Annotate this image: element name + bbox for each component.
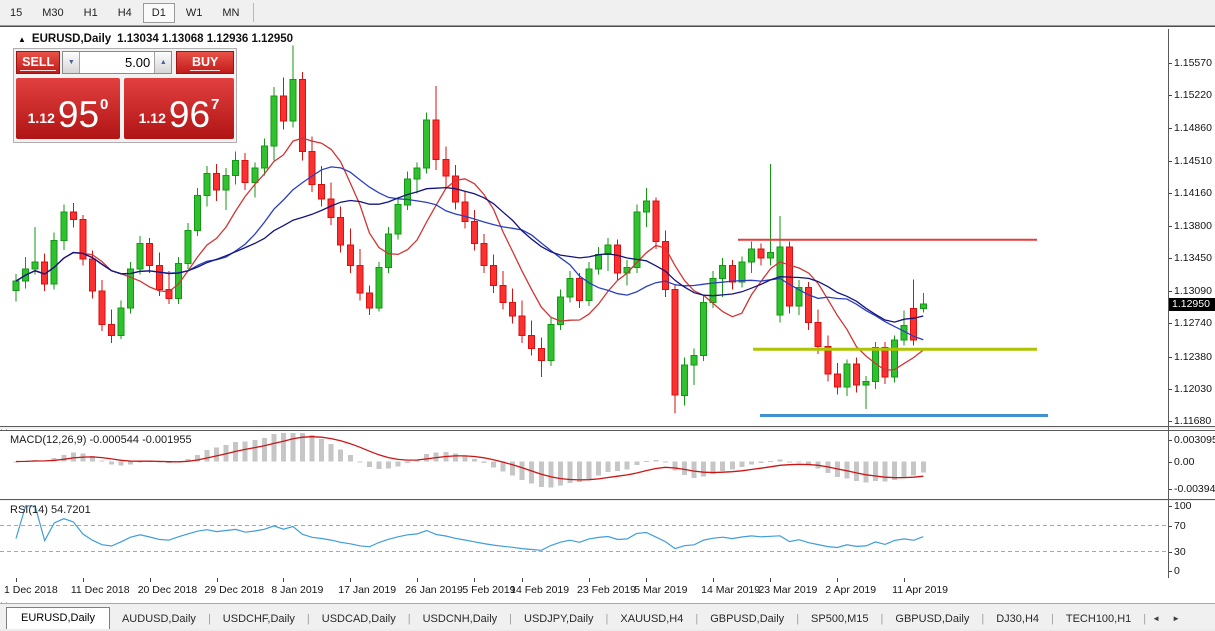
timeframe-button-mn[interactable]: MN: [213, 3, 248, 23]
tabs-scroll-right-button[interactable]: ►: [1166, 609, 1186, 630]
axis-label: 1.13090: [1174, 285, 1212, 297]
chart-tab-dj30-h4[interactable]: DJ30,H4: [984, 609, 1051, 630]
tabs-scroll-left-button[interactable]: ◄: [1146, 609, 1166, 630]
date-label: 23 Mar 2019: [758, 584, 817, 596]
volume-increase-button[interactable]: ▲: [154, 52, 171, 73]
axis-label: 1.15220: [1174, 89, 1212, 101]
chart-window: ▲ EURUSD,Daily 1.13034 1.13068 1.12936 1…: [0, 26, 1215, 631]
chart-tab-gbpusd-daily[interactable]: GBPUSD,Daily: [698, 609, 796, 630]
axis-label: 100: [1174, 500, 1192, 512]
chart-tab-usdjpy-daily[interactable]: USDJPY,Daily: [512, 609, 606, 630]
date-tick: [713, 578, 714, 582]
timeframe-toolbar: 15M30H1H4D1W1MN: [0, 0, 1215, 26]
date-label: 26 Jan 2019: [405, 584, 463, 596]
buy-price-display[interactable]: 1.12 96 7: [124, 78, 234, 139]
date-tick: [646, 578, 647, 582]
date-tick: [283, 578, 284, 582]
axis-label: 0.00: [1174, 456, 1194, 468]
chart-tab-gbpusd-daily[interactable]: GBPUSD,Daily: [883, 609, 981, 630]
price-chart-panel[interactable]: ▲ EURUSD,Daily 1.13034 1.13068 1.12936 1…: [0, 29, 1215, 427]
panel-splitter[interactable]: [0, 427, 1215, 429]
chart-title-symbol: EURUSD,Daily: [32, 33, 111, 45]
chart-tab-usdcnh-daily[interactable]: USDCNH,Daily: [411, 609, 510, 630]
date-axis: 1 Dec 2018 11 Dec 2018 20 Dec 2018 29 Dec 2…: [0, 578, 1215, 602]
date-tick: [83, 578, 84, 582]
chart-title-ohlc: 1.13034 1.13068 1.12936 1.12950: [117, 33, 293, 45]
date-label: 2 Apr 2019: [825, 584, 876, 596]
axis-label: -0.003947: [1174, 483, 1215, 495]
date-label: 8 Jan 2019: [271, 584, 323, 596]
axis-label: 1.13800: [1174, 220, 1212, 232]
volume-input[interactable]: 5.00: [80, 52, 154, 73]
rsi-chart[interactable]: [0, 501, 1168, 577]
chart-tab-usdchf-daily[interactable]: USDCHF,Daily: [211, 609, 307, 630]
chevron-up-icon: ▲: [160, 59, 167, 66]
date-label: 5 Feb 2019: [462, 584, 515, 596]
date-tick: [904, 578, 905, 582]
chart-title: ▲ EURUSD,Daily 1.13034 1.13068 1.12936 1…: [18, 33, 293, 45]
chart-tab-tech100-h1[interactable]: TECH100,H1: [1054, 609, 1143, 630]
current-price-label: 1.12950: [1169, 298, 1215, 311]
date-label: 29 Dec 2018: [205, 584, 265, 596]
chart-tab-sp500-m15[interactable]: SP500,M15: [799, 609, 880, 630]
macd-panel[interactable]: MACD(12,26,9) -0.000544 -0.001955 0.0030…: [0, 430, 1215, 500]
axis-label: 30: [1174, 546, 1186, 558]
date-label: 11 Dec 2018: [71, 584, 130, 596]
chart-collapse-triangle-icon[interactable]: ▲: [18, 35, 26, 44]
chart-tab-audusd-daily[interactable]: AUDUSD,Daily: [110, 609, 208, 630]
rsi-label: RSI(14) 54.7201: [10, 504, 91, 516]
chart-tab-bar: EURUSD,DailyAUDUSD,Daily|USDCHF,Daily|US…: [0, 603, 1215, 630]
axis-label: 1.12380: [1174, 351, 1212, 363]
one-click-trading-panel: SELL ▼ 5.00 ▲ BUY: [13, 48, 237, 143]
chart-tab-xauusd-h4[interactable]: XAUUSD,H4: [608, 609, 695, 630]
axis-label: 1.13450: [1174, 252, 1212, 264]
volume-stepper: ▼ 5.00 ▲: [62, 51, 172, 74]
date-label: 14 Feb 2019: [510, 584, 569, 596]
date-tick: [474, 578, 475, 582]
axis-label: 1.15570: [1174, 57, 1212, 69]
buy-button[interactable]: BUY: [176, 51, 234, 74]
date-label: 5 Mar 2019: [634, 584, 687, 596]
axis-label: 0.003095: [1174, 434, 1215, 446]
date-tick: [522, 578, 523, 582]
date-label: 14 Mar 2019: [701, 584, 760, 596]
axis-label: 1.14160: [1174, 187, 1212, 199]
axis-label: 1.14860: [1174, 122, 1212, 134]
toolbar-separator: [253, 3, 254, 22]
date-tick: [417, 578, 418, 582]
mt4-window: 15M30H1H4D1W1MN ▲ EURUSD,Daily 1.13034 1…: [0, 0, 1215, 631]
axis-label: 1.11680: [1174, 415, 1211, 427]
date-label: 1 Dec 2018: [4, 584, 58, 596]
date-label: 11 Apr 2019: [892, 584, 948, 596]
date-tick: [770, 578, 771, 582]
date-label: 23 Feb 2019: [577, 584, 636, 596]
date-tick: [589, 578, 590, 582]
date-tick: [16, 578, 17, 582]
sell-price-display[interactable]: 1.12 95 0: [16, 78, 120, 139]
timeframe-button-m30[interactable]: M30: [33, 3, 72, 23]
sell-button[interactable]: SELL: [16, 51, 60, 74]
chevron-down-icon: ▼: [68, 59, 75, 66]
axis-label: 1.14510: [1174, 155, 1212, 167]
chart-tab-eurusd-daily[interactable]: EURUSD,Daily: [6, 607, 110, 630]
date-tick: [150, 578, 151, 582]
axis-label: 1.12030: [1174, 383, 1212, 395]
timeframe-button-h4[interactable]: H4: [109, 3, 141, 23]
rsi-panel[interactable]: RSI(14) 54.7201 100 70 30 0: [0, 501, 1215, 579]
axis-label: 0: [1174, 565, 1180, 577]
volume-decrease-button[interactable]: ▼: [63, 52, 80, 73]
date-label: 20 Dec 2018: [138, 584, 198, 596]
timeframe-button-d1[interactable]: D1: [143, 3, 175, 23]
date-tick: [350, 578, 351, 582]
axis-label: 70: [1174, 520, 1186, 532]
date-label: 17 Jan 2019: [338, 584, 396, 596]
axis-label: 1.12740: [1174, 317, 1212, 329]
timeframe-button-w1[interactable]: W1: [177, 3, 212, 23]
date-tick: [217, 578, 218, 582]
macd-label: MACD(12,26,9) -0.000544 -0.001955: [10, 434, 192, 446]
timeframe-button-15[interactable]: 15: [1, 3, 31, 23]
date-tick: [837, 578, 838, 582]
timeframe-button-h1[interactable]: H1: [75, 3, 107, 23]
chart-tab-usdcad-daily[interactable]: USDCAD,Daily: [310, 609, 408, 630]
